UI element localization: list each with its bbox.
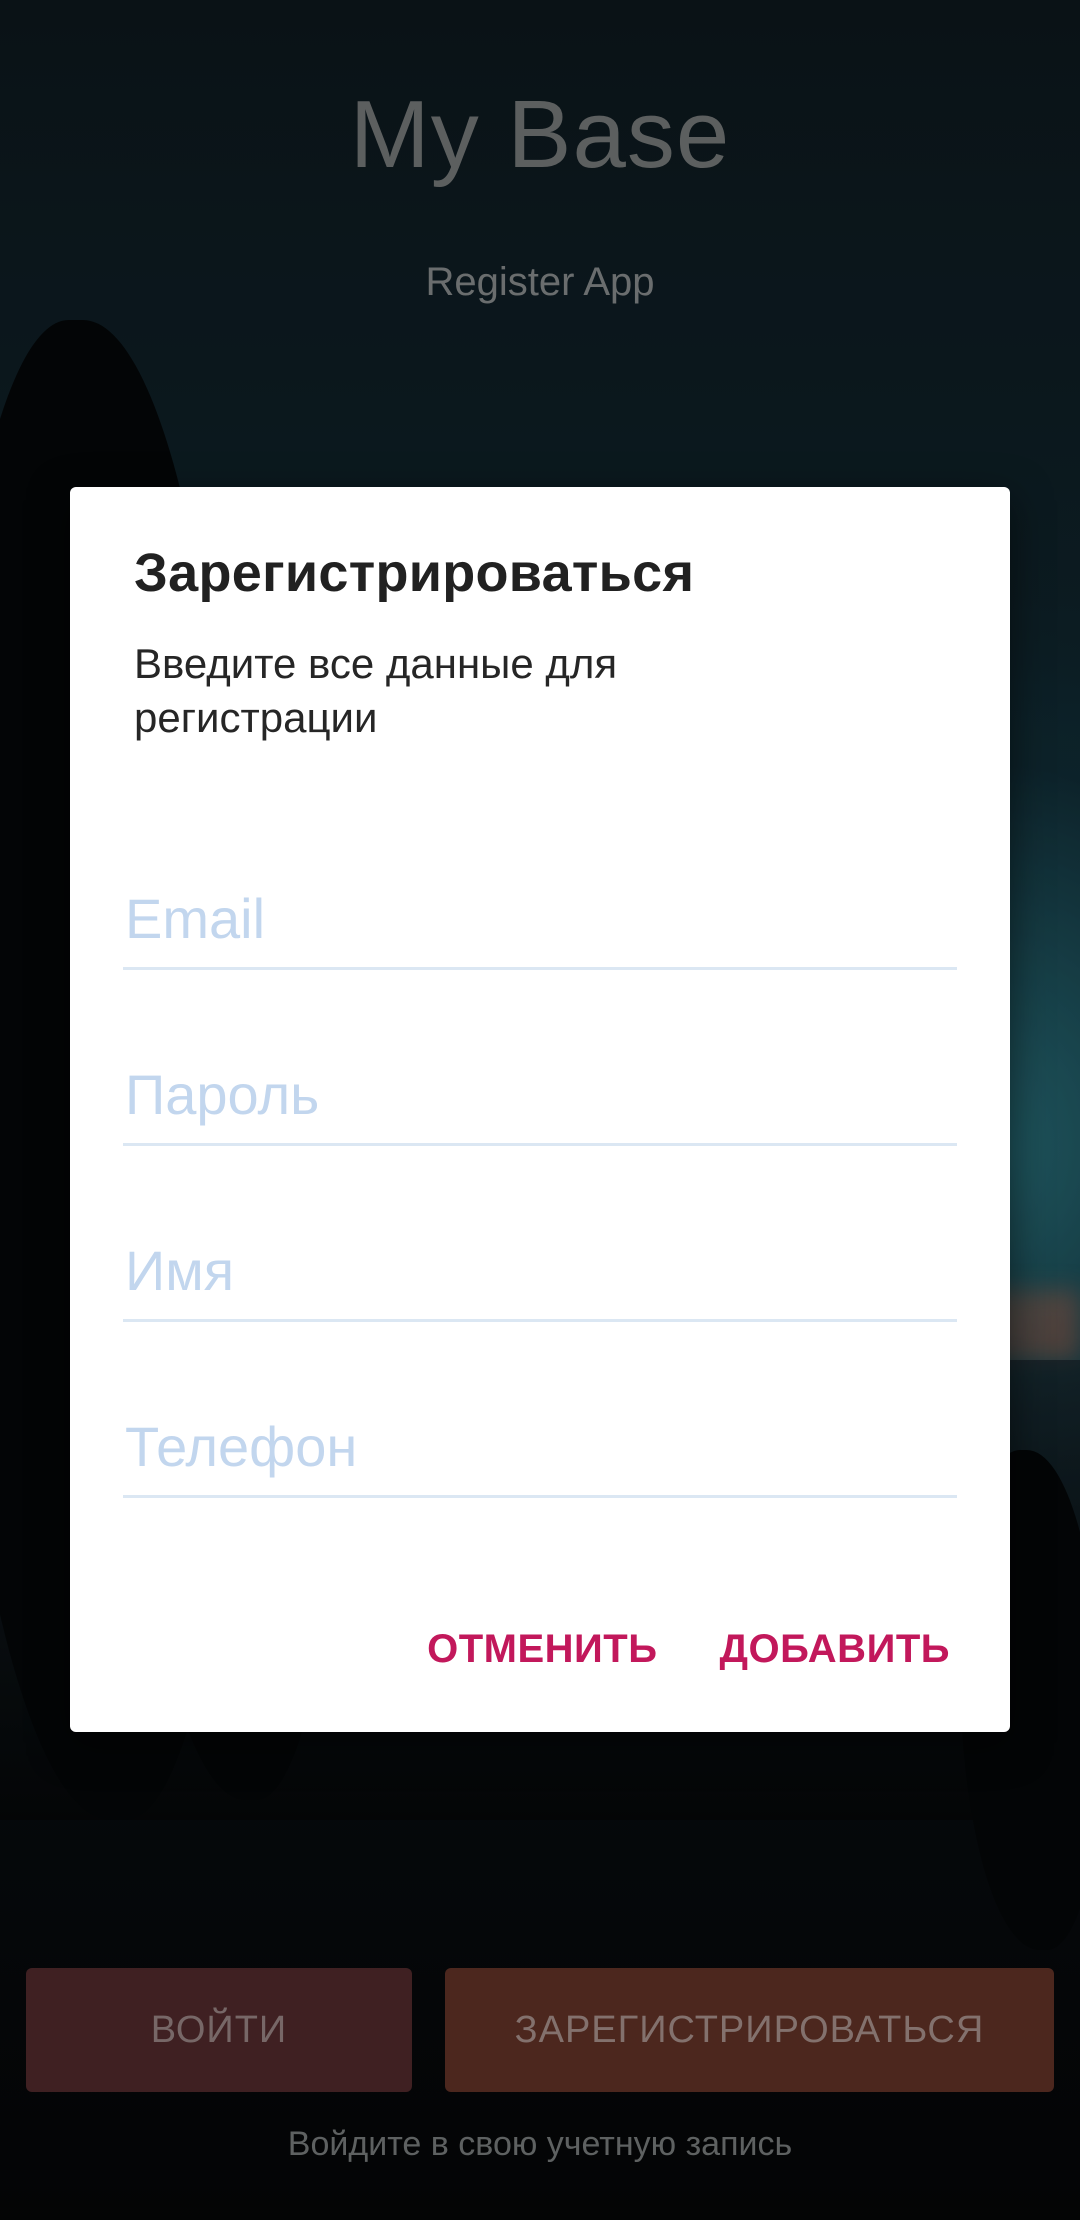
password-field-container [123, 1046, 957, 1146]
phone-field-container [123, 1398, 957, 1498]
dialog-title: Зарегистрироваться [134, 543, 695, 603]
cancel-button[interactable]: ОТМЕНИТЬ [427, 1627, 657, 1672]
email-field[interactable] [123, 870, 957, 966]
email-field-container [123, 870, 957, 970]
password-field[interactable] [123, 1046, 957, 1142]
name-field-container [123, 1222, 957, 1322]
name-field[interactable] [123, 1222, 957, 1318]
dialog-message: Введите все данные для регистрации [134, 640, 618, 741]
dialog-actions: ОТМЕНИТЬ ДОБАВИТЬ [427, 1627, 950, 1672]
register-dialog: Зарегистрироваться Введите все данные дл… [70, 487, 1010, 1732]
phone-field[interactable] [123, 1398, 957, 1494]
add-button[interactable]: ДОБАВИТЬ [719, 1627, 950, 1672]
